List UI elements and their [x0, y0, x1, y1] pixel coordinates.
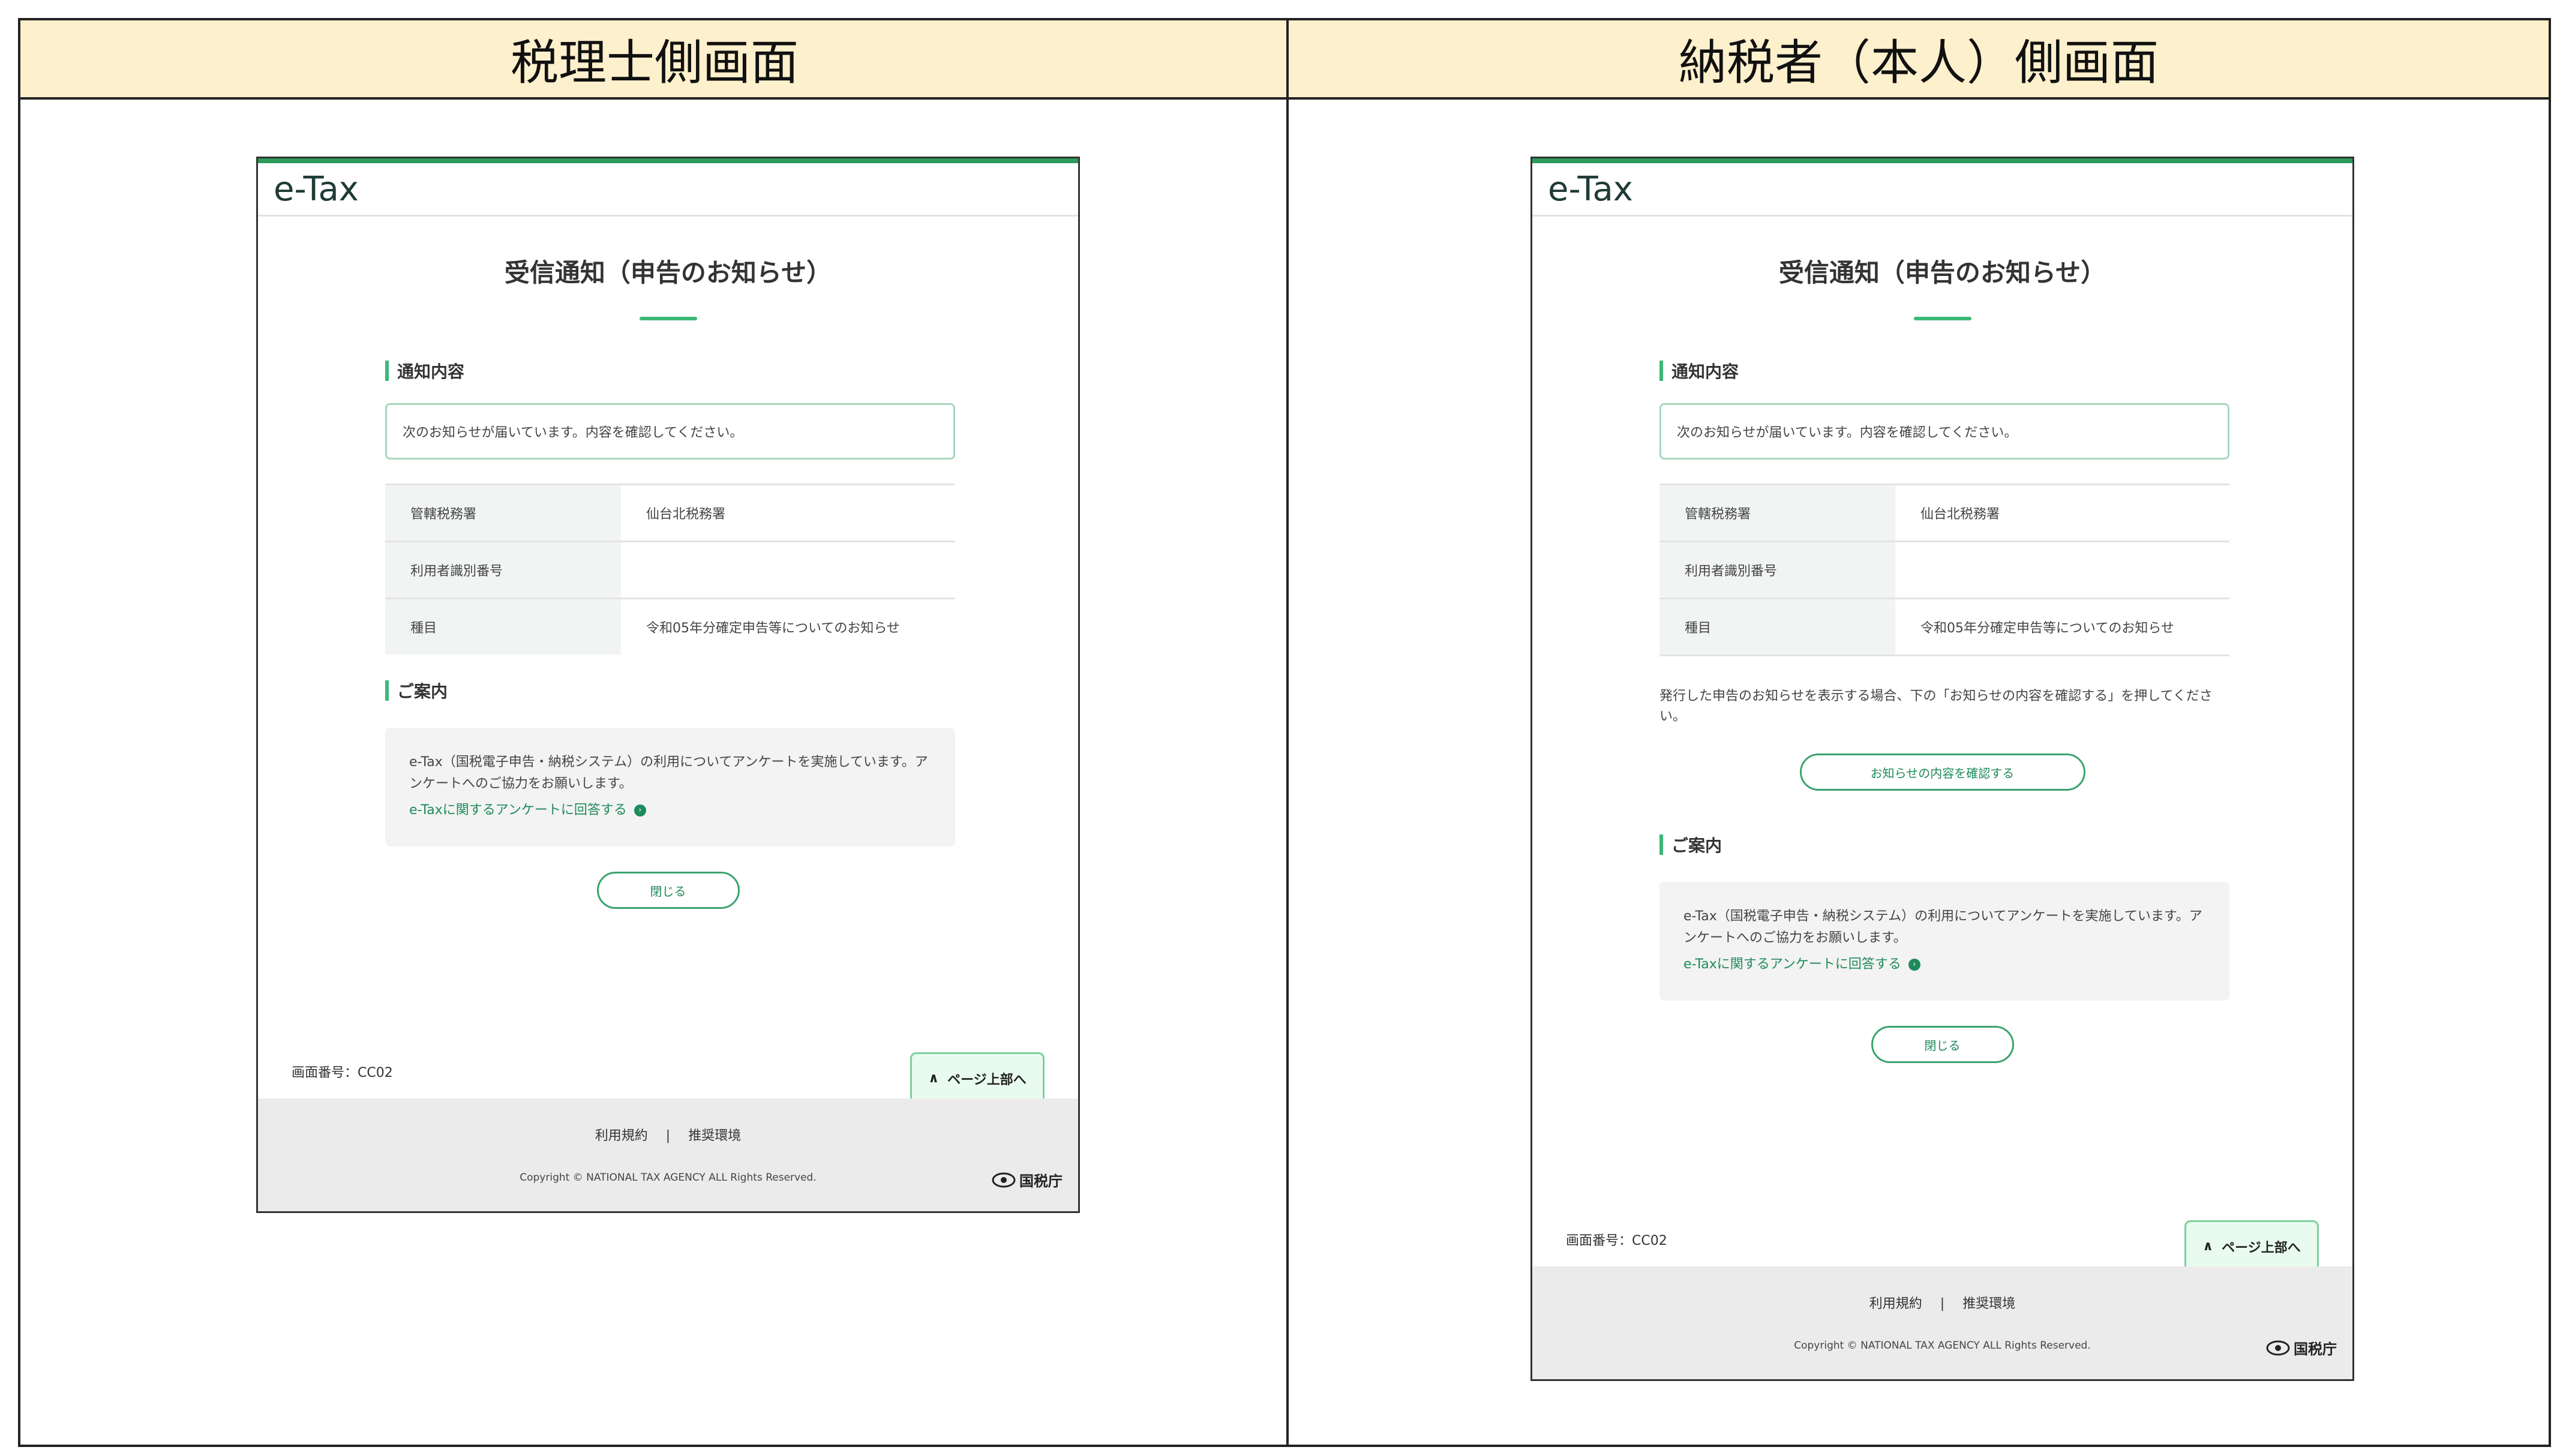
notice-section: 通知内容 次のお知らせが届いています。内容を確認してください。 管轄税務署 仙台北…	[1659, 359, 2229, 727]
tax-accountant-screen: e-Tax 受信通知（申告のお知らせ） 通知内容 次のお知らせが届いています。内…	[256, 157, 1080, 1213]
notice-details-table: 管轄税務署 仙台北税務署 利用者識別番号 種目 令和05年分確定申告等についてのお知…	[385, 484, 955, 655]
nta-logo[interactable]: 国税庁	[2266, 1337, 2337, 1358]
survey-link-label[interactable]: e-Taxに関するアンケートに回答する	[1683, 954, 1901, 975]
page-top-label[interactable]: ページ上部へ	[2222, 1237, 2301, 1256]
table-row: 管轄税務署 仙台北税務署	[385, 485, 955, 542]
close-button[interactable]: 閉じる	[1871, 1026, 2014, 1063]
nta-emblem-icon	[2266, 1340, 2290, 1355]
nta-logo-label: 国税庁	[1019, 1173, 1063, 1190]
heading-marker	[1659, 361, 1663, 381]
column-divider	[1286, 20, 1289, 1445]
footer-links: 利用規約 | 推奨環境	[258, 1125, 1078, 1144]
page-top-button[interactable]: ∧ ページ上部へ	[910, 1052, 1045, 1103]
heading-marker	[385, 361, 389, 381]
page-title: 受信通知（申告のお知らせ）	[1778, 258, 2106, 287]
chevron-right-icon: ›	[1908, 959, 1920, 971]
guide-box: e-Tax（国税電子申告・納税システム）の利用についてアンケートを実施しています…	[385, 728, 955, 846]
screen-number: 画面番号：CC02	[1566, 1233, 1667, 1248]
notice-section: 通知内容 次のお知らせが届いています。内容を確認してください。 管轄税務署 仙台北…	[385, 359, 955, 655]
chevron-up-icon: ∧	[928, 1071, 940, 1086]
notice-details-table: 管轄税務署 仙台北税務署 利用者識別番号 種目 令和05年分確定申告等についてのお知…	[1659, 484, 2229, 656]
copyright: Copyright © NATIONAL TAX AGENCY ALL Righ…	[1794, 1340, 2091, 1352]
row-value: 令和05年分確定申告等についてのお知らせ	[1920, 621, 2174, 636]
page-top-button[interactable]: ∧ ページ上部へ	[2184, 1220, 2319, 1271]
row-label: 利用者識別番号	[385, 542, 621, 598]
footer-separator: |	[1940, 1296, 1945, 1311]
guide-text: e-Tax（国税電子申告・納税システム）の利用についてアンケートを実施しています…	[1683, 909, 2202, 945]
table-row: 種目 令和05年分確定申告等についてのお知らせ	[385, 599, 955, 655]
title-underline	[639, 317, 697, 320]
table-row: 利用者識別番号	[385, 542, 955, 599]
row-label: 種目	[385, 599, 621, 655]
close-button[interactable]: 閉じる	[596, 872, 740, 909]
footer-links: 利用規約 | 推奨環境	[1532, 1293, 2352, 1312]
left-column-header: 税理士側画面	[20, 20, 1289, 100]
table-row: 種目 令和05年分確定申告等についてのお知らせ	[1659, 599, 2229, 656]
guide-heading-label: ご案内	[1671, 836, 1722, 855]
nta-logo-label: 国税庁	[2294, 1341, 2337, 1358]
table-row: 利用者識別番号	[1659, 542, 2229, 599]
row-value	[1895, 542, 2229, 598]
survey-link[interactable]: e-Taxに関するアンケートに回答する ›	[409, 800, 931, 821]
guide-heading: ご案内	[1659, 833, 2229, 857]
screen-number: 画面番号：CC02	[292, 1065, 393, 1080]
terms-link[interactable]: 利用規約	[1869, 1296, 1922, 1311]
guide-text: e-Tax（国税電子申告・納税システム）の利用についてアンケートを実施しています…	[409, 755, 928, 791]
environment-link[interactable]: 推奨環境	[688, 1128, 741, 1143]
row-value: 仙台北税務署	[646, 507, 726, 522]
guide-box: e-Tax（国税電子申告・納税システム）の利用についてアンケートを実施しています…	[1659, 882, 2229, 1001]
confirm-notice-button[interactable]: お知らせの内容を確認する	[1799, 753, 2085, 791]
chevron-up-icon: ∧	[2202, 1239, 2214, 1254]
title-underline	[1913, 317, 1971, 320]
table-row: 管轄税務署 仙台北税務署	[1659, 485, 2229, 542]
row-value	[621, 542, 955, 598]
page-top-label[interactable]: ページ上部へ	[947, 1069, 1027, 1088]
environment-link[interactable]: 推奨環境	[1962, 1296, 2015, 1311]
footer: 利用規約 | 推奨環境 Copyright © NATIONAL TAX AGENC…	[258, 1098, 1078, 1211]
row-value: 仙台北税務署	[1920, 507, 2000, 522]
footer-separator: |	[665, 1128, 671, 1143]
nta-emblem-icon	[992, 1172, 1016, 1187]
notice-heading: 通知内容	[385, 359, 955, 383]
row-label: 利用者識別番号	[1659, 542, 1895, 598]
terms-link[interactable]: 利用規約	[595, 1128, 648, 1143]
notice-box: 次のお知らせが届いています。内容を確認してください。	[1659, 403, 2229, 460]
survey-link[interactable]: e-Taxに関するアンケートに回答する ›	[1683, 954, 2205, 975]
copyright: Copyright © NATIONAL TAX AGENCY ALL Righ…	[520, 1172, 817, 1184]
etax-logo[interactable]: e-Tax	[258, 163, 1078, 217]
instruction-text: 発行した申告のお知らせを表示する場合、下の「お知らせの内容を確認する」を押してく…	[1659, 689, 2213, 724]
taxpayer-screen: e-Tax 受信通知（申告のお知らせ） 通知内容 次のお知らせが届いています。内…	[1530, 157, 2354, 1381]
notice-heading-label: 通知内容	[397, 362, 465, 382]
row-label: 種目	[1659, 599, 1895, 655]
notice-heading-label: 通知内容	[1671, 362, 1739, 382]
row-label: 管轄税務署	[1659, 485, 1895, 541]
top-accent-bar	[258, 158, 1078, 163]
survey-link-label[interactable]: e-Taxに関するアンケートに回答する	[409, 800, 627, 821]
etax-logo[interactable]: e-Tax	[1532, 163, 2352, 217]
guide-section: ご案内 e-Tax（国税電子申告・納税システム）の利用についてアンケートを実施し…	[385, 679, 955, 846]
nta-logo[interactable]: 国税庁	[992, 1169, 1063, 1190]
notice-box: 次のお知らせが届いています。内容を確認してください。	[385, 403, 955, 460]
row-label: 管轄税務署	[385, 485, 621, 541]
chevron-right-icon: ›	[634, 804, 646, 816]
top-accent-bar	[1532, 158, 2352, 163]
notice-heading: 通知内容	[1659, 359, 2229, 383]
heading-marker	[1659, 834, 1663, 855]
guide-heading-label: ご案内	[397, 682, 448, 701]
heading-marker	[385, 680, 389, 701]
right-column-header: 納税者（本人）側画面	[1289, 20, 2549, 100]
footer: 利用規約 | 推奨環境 Copyright © NATIONAL TAX AGENC…	[1532, 1266, 2352, 1379]
guide-heading: ご案内	[385, 679, 955, 703]
guide-section: ご案内 e-Tax（国税電子申告・納税システム）の利用についてアンケートを実施し…	[1659, 833, 2229, 1001]
row-value: 令和05年分確定申告等についてのお知らせ	[646, 621, 900, 636]
page-title: 受信通知（申告のお知らせ）	[504, 258, 832, 287]
